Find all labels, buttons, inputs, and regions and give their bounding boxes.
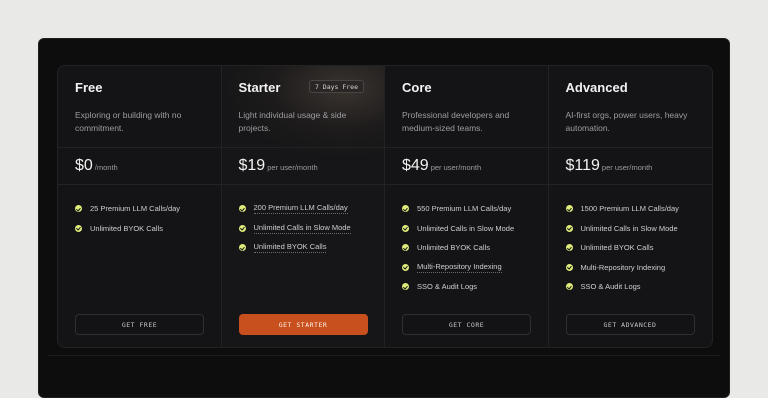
divider — [58, 147, 221, 148]
price-unit: per user/month — [267, 163, 318, 172]
feature-item: Unlimited BYOK Calls — [238, 238, 351, 258]
feature-item: 25 Premium LLM Calls/day — [75, 199, 180, 219]
feature-item: Unlimited BYOK Calls — [75, 219, 180, 239]
check-circle-icon — [565, 283, 573, 291]
trial-badge: 7 Days Free — [308, 80, 364, 93]
feature-item: Unlimited Calls in Slow Mode — [402, 219, 514, 239]
feature-list: 550 Premium LLM Calls/day Unlimited Call… — [402, 199, 514, 297]
feature-label: Unlimited BYOK Calls — [417, 243, 490, 253]
feature-item: Unlimited BYOK Calls — [402, 238, 514, 258]
plan-price: $119 per user/month — [566, 157, 653, 175]
get-advanced-button[interactable]: GET ADVANCED — [565, 314, 695, 335]
feature-item: Unlimited Calls in Slow Mode — [238, 219, 351, 239]
plan-description: Light individual usage & side projects. — [238, 110, 347, 133]
plan-description: AI-first orgs, power users, heavy automa… — [565, 110, 688, 133]
divider — [548, 147, 712, 148]
feature-label: Unlimited BYOK Calls — [580, 243, 654, 253]
feature-label: 1500 Premium LLM Calls/day — [580, 204, 679, 214]
app-window: Free Exploring or building with no commit… — [38, 38, 730, 398]
feature-list: 1500 Premium LLM Calls/day Unlimited Cal… — [565, 199, 679, 297]
price-amount: $19 — [238, 157, 266, 174]
feature-list: 25 Premium LLM Calls/day Unlimited BYOK … — [75, 199, 180, 238]
pricing-table: Free Exploring or building with no commit… — [57, 65, 713, 348]
feature-label[interactable]: Unlimited Calls in Slow Mode — [253, 223, 351, 234]
feature-label: 550 Premium LLM Calls/day — [417, 204, 512, 214]
feature-item: 200 Premium LLM Calls/day — [238, 199, 351, 219]
feature-label[interactable]: Multi-Repository Indexing — [417, 262, 502, 273]
plan-price: $0/month — [75, 157, 118, 175]
check-circle-icon — [565, 263, 573, 271]
check-circle-icon — [402, 224, 409, 232]
check-circle-icon — [75, 224, 82, 232]
feature-label: Unlimited Calls in Slow Mode — [580, 223, 678, 233]
feature-item: Unlimited Calls in Slow Mode — [565, 219, 679, 239]
plan-name: Starter — [238, 80, 281, 95]
feature-label: SSO & Audit Logs — [580, 282, 641, 292]
price-unit: per user/month — [601, 163, 653, 172]
divider — [548, 184, 712, 185]
feature-label: Unlimited Calls in Slow Mode — [417, 223, 515, 233]
feature-list: 200 Premium LLM Calls/day Unlimited Call… — [238, 199, 351, 258]
price-unit: /month — [94, 163, 118, 172]
plan-price: $19 per user/month — [239, 157, 318, 175]
feature-item: 1500 Premium LLM Calls/day — [565, 199, 679, 219]
feature-label[interactable]: 200 Premium LLM Calls/day — [253, 203, 348, 215]
divider — [58, 184, 221, 185]
plan-description: Exploring or building with no commitment… — [75, 110, 182, 133]
check-circle-icon — [565, 244, 573, 252]
check-circle-icon — [402, 263, 409, 271]
check-circle-icon — [238, 205, 246, 213]
price-amount: $0 — [75, 157, 93, 174]
get-starter-button[interactable]: GET STARTER — [238, 314, 368, 335]
feature-label: Multi-Repository Indexing — [580, 262, 666, 272]
plan-card-free: Free Exploring or building with no commit… — [58, 66, 222, 347]
check-circle-icon — [565, 205, 573, 213]
plan-card-advanced: Advanced AI-first orgs, power users, heav… — [548, 66, 712, 347]
plan-description: Professional developers and medium-sized… — [402, 110, 510, 133]
plan-card-starter: Starter 7 Days Free Light individual usage… — [221, 66, 385, 347]
feature-item: SSO & Audit Logs — [402, 277, 514, 297]
feature-label[interactable]: Unlimited BYOK Calls — [253, 242, 327, 254]
check-circle-icon — [238, 224, 246, 232]
check-circle-icon — [75, 205, 82, 213]
feature-label: 25 Premium LLM Calls/day — [90, 204, 181, 214]
get-core-button[interactable]: GET CORE — [402, 314, 531, 335]
feature-item: 550 Premium LLM Calls/day — [402, 199, 514, 219]
plan-name: Advanced — [565, 80, 628, 95]
bottom-divider — [47, 355, 721, 356]
plan-price: $49 per user/month — [402, 157, 481, 175]
check-circle-icon — [565, 224, 573, 232]
feature-item: Multi-Repository Indexing — [565, 258, 679, 278]
feature-label: SSO & Audit Logs — [417, 282, 478, 292]
check-circle-icon — [238, 244, 246, 252]
feature-label: Unlimited BYOK Calls — [90, 223, 163, 233]
feature-item: Unlimited BYOK Calls — [565, 238, 679, 258]
get-free-button[interactable]: GET FREE — [75, 314, 204, 335]
plan-name: Core — [402, 80, 432, 95]
plan-card-core: Core Professional developers and medium-s… — [385, 66, 549, 347]
divider — [385, 184, 548, 185]
feature-item: Multi-Repository Indexing — [402, 258, 514, 278]
check-circle-icon — [402, 244, 409, 252]
feature-item: SSO & Audit Logs — [565, 277, 679, 297]
price-unit: per user/month — [430, 163, 482, 172]
divider — [221, 147, 384, 148]
price-amount: $119 — [565, 157, 600, 174]
check-circle-icon — [402, 205, 409, 213]
price-amount: $49 — [402, 157, 429, 174]
divider — [221, 184, 384, 185]
divider — [385, 147, 548, 148]
plan-name: Free — [75, 80, 103, 95]
check-circle-icon — [402, 283, 409, 291]
